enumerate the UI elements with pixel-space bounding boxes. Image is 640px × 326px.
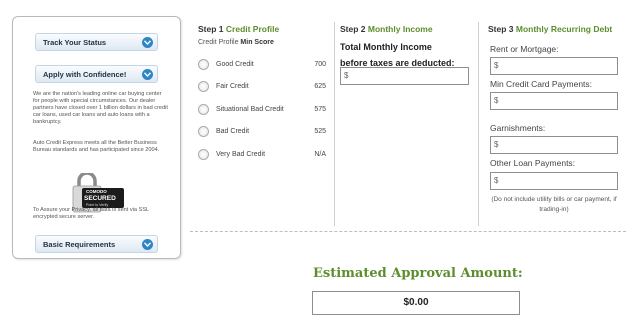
column-divider bbox=[334, 22, 335, 226]
credit-option-very-bad[interactable]: Very Bad Credit N/A bbox=[198, 149, 326, 161]
step2-heading: Step 2 Monthly Income bbox=[340, 24, 433, 34]
credit-option-situational[interactable]: Situational Bad Credit 575 bbox=[198, 104, 326, 116]
other-loan-payments-input[interactable]: $ bbox=[490, 172, 618, 190]
step2-number: Step 2 bbox=[340, 24, 366, 34]
step3-heading: Step 3 Monthly Recurring Debt bbox=[488, 24, 612, 34]
credit-option-fair[interactable]: Fair Credit 625 bbox=[198, 81, 326, 93]
sidebar-panel: Track Your Status Apply with Confidence!… bbox=[12, 16, 181, 259]
credit-option-score: 525 bbox=[314, 128, 326, 135]
seal-secured: SECURED bbox=[84, 195, 116, 202]
garnishments-label: Garnishments: bbox=[490, 123, 546, 133]
credit-profile-subheading: Credit Profile Min Score bbox=[198, 39, 274, 46]
credit-option-score: 700 bbox=[314, 61, 326, 68]
estimated-approval-amount: $0.00 bbox=[312, 291, 520, 315]
chevron-down-icon bbox=[142, 69, 153, 80]
step1-heading: Step 1 Credit Profile bbox=[198, 24, 279, 34]
credit-option-label: Very Bad Credit bbox=[216, 151, 266, 158]
basic-requirements-label: Basic Requirements bbox=[43, 239, 116, 249]
rent-mortgage-label: Rent or Mortgage: bbox=[490, 44, 559, 54]
credit-card-payments-label: Min Credit Card Payments: bbox=[490, 79, 593, 89]
radio-button[interactable] bbox=[198, 59, 209, 70]
privacy-notice: To Assure your Privacy, all data is sent… bbox=[33, 207, 149, 220]
seal-brand: COMODO bbox=[86, 189, 107, 194]
step2-title: Monthly Income bbox=[367, 24, 433, 34]
debt-note: (Do not include utility bills or car pay… bbox=[491, 196, 617, 213]
subheading-min-score: Min Score bbox=[240, 39, 274, 46]
step3-title: Monthly Recurring Debt bbox=[515, 24, 613, 34]
radio-button[interactable] bbox=[198, 81, 209, 92]
credit-option-score: 625 bbox=[314, 83, 326, 90]
radio-button[interactable] bbox=[198, 149, 209, 160]
subheading-profile: Credit Profile bbox=[198, 39, 239, 46]
chevron-down-icon bbox=[142, 239, 153, 250]
track-status-button[interactable]: Track Your Status bbox=[35, 33, 158, 51]
credit-option-bad[interactable]: Bad Credit 525 bbox=[198, 126, 326, 138]
chevron-down-icon bbox=[142, 37, 153, 48]
credit-option-good[interactable]: Good Credit 700 bbox=[198, 59, 326, 71]
estimated-approval-title: Estimated Approval Amount: bbox=[313, 266, 523, 281]
apply-confidence-label: Apply with Confidence! bbox=[43, 69, 127, 79]
track-status-label: Track Your Status bbox=[43, 37, 107, 47]
credit-option-label: Fair Credit bbox=[216, 83, 249, 90]
credit-option-score: N/A bbox=[314, 151, 326, 158]
credit-card-payments-input[interactable]: $ bbox=[490, 92, 618, 110]
income-label-line1: Total Monthly Income bbox=[340, 42, 432, 52]
step1-title: Credit Profile bbox=[225, 24, 280, 34]
step1-number: Step 1 bbox=[198, 24, 224, 34]
credit-option-label: Good Credit bbox=[216, 61, 254, 68]
bbb-paragraph: Auto Credit Express meets all the Better… bbox=[33, 140, 160, 153]
credit-option-score: 575 bbox=[314, 106, 326, 113]
garnishments-input[interactable]: $ bbox=[490, 136, 618, 154]
about-paragraph: We are the nation's leading online car b… bbox=[33, 91, 168, 125]
step3-number: Step 3 bbox=[488, 24, 514, 34]
credit-option-label: Situational Bad Credit bbox=[216, 106, 284, 113]
radio-button[interactable] bbox=[198, 104, 209, 115]
column-divider bbox=[478, 22, 479, 226]
radio-button[interactable] bbox=[198, 126, 209, 137]
monthly-income-input[interactable]: $ bbox=[340, 67, 469, 85]
other-loan-payments-label: Other Loan Payments: bbox=[490, 158, 576, 168]
rent-mortgage-input[interactable]: $ bbox=[490, 57, 618, 75]
basic-requirements-button[interactable]: Basic Requirements bbox=[35, 235, 158, 253]
apply-confidence-button[interactable]: Apply with Confidence! bbox=[35, 65, 158, 83]
section-divider bbox=[190, 231, 626, 232]
credit-option-label: Bad Credit bbox=[216, 128, 250, 135]
